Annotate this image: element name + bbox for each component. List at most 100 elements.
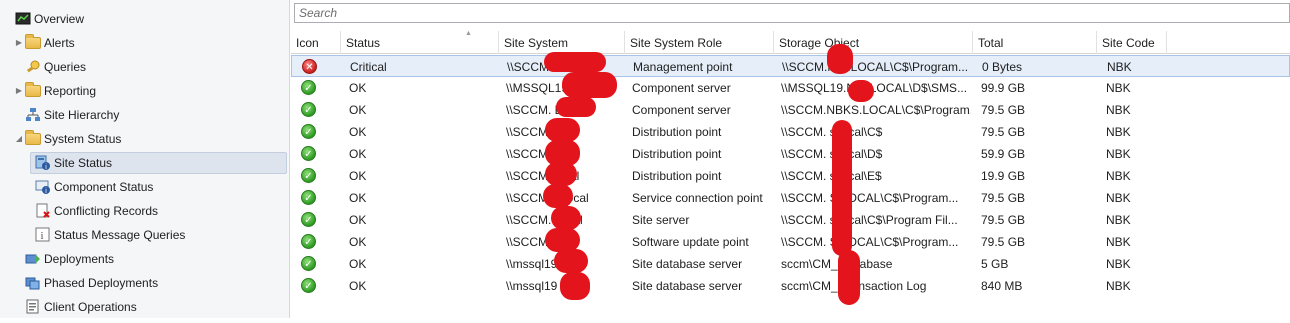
cell-role: Service connection point — [632, 191, 763, 205]
nav-item-label: Alerts — [44, 36, 75, 50]
column-header-site-system-role[interactable]: Site System Role — [625, 31, 774, 54]
cell-status: OK — [349, 191, 367, 205]
client-operations-icon — [25, 299, 41, 315]
column-header-site-system[interactable]: Site System — [499, 31, 625, 54]
table-row[interactable]: ✓OK\\SCCM. s.localService connection poi… — [291, 187, 1290, 209]
table-row[interactable]: ✓ OK \\MSSQL19 Component server \\MSSQL19.N … — [291, 77, 1290, 99]
nav-item-label: Phased Deployments — [44, 276, 159, 290]
cell-status: OK — [349, 213, 367, 227]
table-row[interactable]: ✓ OK \\SCCM .local Distribution point \\SCCM… — [291, 143, 1290, 165]
cell-storage: \\SCCM.N S.LOCAL\C$\Program... — [782, 60, 969, 74]
sort-ascending-icon: ▲ — [465, 30, 472, 37]
nav-item-label: Reporting — [44, 84, 97, 98]
ok-icon: ✓ — [301, 124, 316, 139]
table-row[interactable]: ✓ OK \\mssql19 local Site database server sc… — [291, 275, 1290, 297]
cell-role: Site server — [632, 213, 690, 227]
table-row[interactable]: ✕ Critical \\SCCM Management point \\SCCM.N … — [291, 55, 1290, 77]
nav-item-deployments[interactable]: Deployments — [0, 247, 289, 271]
cell-site-code: NBK — [1106, 169, 1131, 183]
cell-role: Site database server — [632, 257, 743, 271]
table-row[interactable]: ✓ OK \\SCCM .local Distribution point \\SCCM… — [291, 121, 1290, 143]
cell-storage: \\SCCM.NBKS.LOCAL\C$\Program... — [781, 103, 971, 117]
column-header-status-label: Status — [346, 36, 381, 50]
nav-item-site-status[interactable]: i Site Status — [0, 151, 289, 175]
cell-site-code: NBK — [1106, 235, 1131, 249]
grid-header: Icon Status ▲ Site System Site System Ro… — [291, 30, 1290, 54]
cell-total: 99.9 GB — [981, 81, 1026, 95]
cell-total: 79.5 GB — [981, 125, 1026, 139]
redaction-mark — [848, 80, 874, 102]
nav-item-reporting[interactable]: ▶ Reporting — [0, 79, 289, 103]
nav-item-client-operations[interactable]: Client Operations — [0, 295, 289, 319]
nav-item-status-message-queries[interactable]: i Status Message Queries — [0, 223, 289, 247]
redaction-mark — [838, 250, 860, 305]
collapse-arrow-icon[interactable]: ◢ — [13, 127, 25, 151]
redaction-mark — [545, 162, 577, 186]
redaction-mark — [832, 120, 852, 256]
nav-item-conflicting-records[interactable]: Conflicting Records — [0, 199, 289, 223]
nav-item-overview[interactable]: Overview — [0, 7, 289, 31]
column-header-total[interactable]: Total — [973, 31, 1097, 54]
column-header-storage-object[interactable]: Storage Object — [774, 31, 973, 54]
phased-deployments-icon — [25, 275, 41, 291]
cell-storage: \\SCCM. S.LOCAL\C$\Program... — [781, 191, 959, 205]
expand-arrow-icon[interactable]: ▶ — [13, 79, 25, 103]
component-status-icon: i — [35, 179, 51, 195]
cell-role: Component server — [632, 103, 731, 117]
conflicting-records-icon — [35, 203, 51, 219]
ok-icon: ✓ — [301, 256, 316, 271]
cell-site-code: NBK — [1106, 103, 1131, 117]
nav-item-label: Component Status — [54, 180, 154, 194]
nav-item-component-status[interactable]: i Component Status — [0, 175, 289, 199]
nav-item-system-status[interactable]: ◢ System Status — [0, 127, 289, 151]
ok-icon: ✓ — [301, 234, 316, 249]
ok-icon: ✓ — [301, 146, 316, 161]
redaction-mark — [827, 44, 853, 74]
cell-total: 79.5 GB — [981, 213, 1026, 227]
cell-storage: \\SCCM. S.LOCAL\C$\Program... — [781, 235, 959, 249]
ok-icon: ✓ — [301, 190, 316, 205]
redaction-mark — [560, 272, 590, 300]
cell-status: OK — [349, 147, 367, 161]
column-header-icon[interactable]: Icon — [291, 31, 341, 54]
table-row[interactable]: ✓ OK \\mssql19 local Site database server sc… — [291, 253, 1290, 275]
cell-storage: \\SCCM. s.local\C$ — [781, 125, 883, 139]
nav-item-label: Site Status — [54, 156, 113, 170]
cell-site-code: NBK — [1106, 81, 1131, 95]
deployments-icon — [25, 251, 41, 267]
nav-item-phased-deployments[interactable]: Phased Deployments — [0, 271, 289, 295]
folder-icon — [25, 34, 41, 49]
nav-item-alerts[interactable]: ▶ Alerts — [0, 31, 289, 55]
cell-site-code: NBK — [1107, 60, 1132, 74]
cell-role: Component server — [632, 81, 731, 95]
nav-item-site-hierarchy[interactable]: Site Hierarchy — [0, 103, 289, 127]
column-header-site-code[interactable]: Site Code — [1097, 31, 1167, 54]
ok-icon: ✓ — [301, 168, 316, 183]
cell-total: 79.5 GB — [981, 191, 1026, 205]
cell-site-code: NBK — [1106, 257, 1131, 271]
cell-total: 0 Bytes — [982, 60, 1023, 74]
overview-icon — [15, 11, 31, 27]
table-row[interactable]: ✓ OK \\SCCM .local Distribution point \\SCCM… — [291, 165, 1290, 187]
column-header-status[interactable]: Status ▲ — [341, 30, 499, 54]
search-box[interactable] — [294, 3, 1290, 23]
site-status-icon: i — [35, 155, 51, 171]
expand-arrow-icon[interactable]: ▶ — [13, 31, 25, 55]
nav-item-label: Status Message Queries — [54, 228, 186, 242]
redaction-mark — [544, 52, 606, 72]
nav-item-label: Queries — [44, 60, 87, 74]
nav-item-queries[interactable]: Queries — [0, 55, 289, 79]
cell-status: OK — [349, 257, 367, 271]
cell-total: 19.9 GB — [981, 169, 1026, 183]
site-status-grid: ✕ Critical \\SCCM Management point \\SCCM.N … — [291, 55, 1290, 297]
status-message-queries-icon: i — [35, 227, 51, 243]
cell-storage: sccm\CM_ Database — [781, 257, 893, 271]
table-row[interactable]: ✓ OK \\SCCM. LOCAL Component server \\SCCM.N… — [291, 99, 1290, 121]
search-input[interactable] — [295, 4, 1289, 22]
cell-site-code: NBK — [1106, 191, 1131, 205]
redaction-mark — [554, 249, 588, 273]
table-row[interactable]: ✓ OK \\SCCM. .local Site server \\SCCM. s.lo… — [291, 209, 1290, 231]
ok-icon: ✓ — [301, 102, 316, 117]
redaction-mark — [556, 97, 596, 117]
table-row[interactable]: ✓ OK \\SCCM .local Software update point \\S… — [291, 231, 1290, 253]
